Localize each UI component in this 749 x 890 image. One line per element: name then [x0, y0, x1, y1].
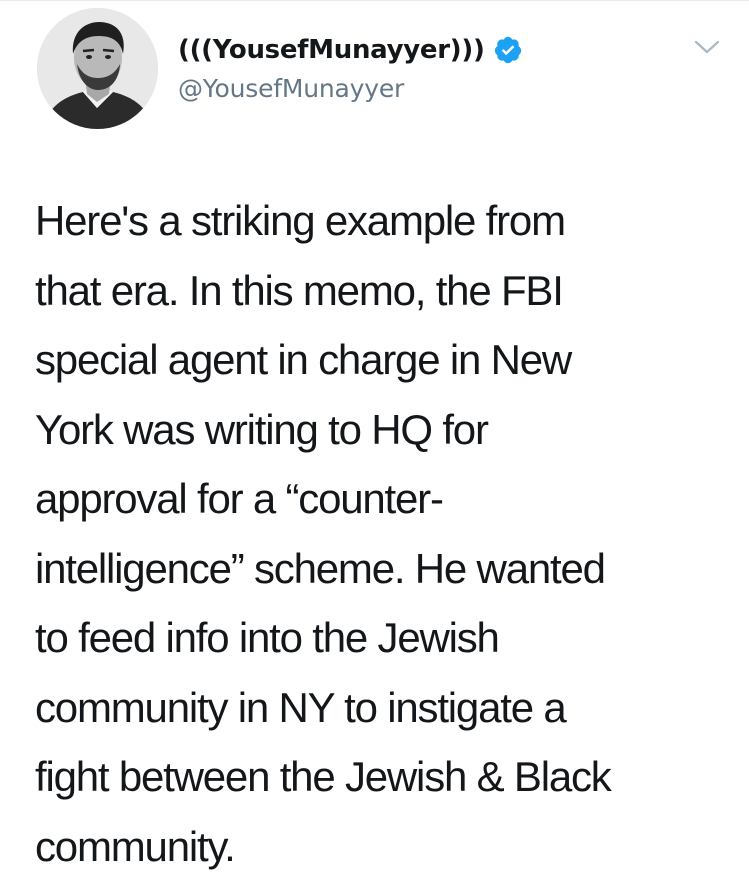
tweet-text: Here's a striking example from that era.…: [35, 186, 725, 881]
author-handle[interactable]: @YousefMunayyer: [178, 74, 523, 103]
top-divider: [0, 0, 749, 1]
tweet-text-line: fight between the Jewish & Black: [35, 753, 612, 800]
author-name-row: (((YousefMunayyer))): [178, 28, 523, 72]
tweet-text-line: special agent in charge in New: [35, 336, 572, 383]
tweet-text-line: to feed info into the Jewish: [35, 614, 500, 661]
tweet-text-line: approval for a “counter-: [35, 475, 444, 522]
author-display-name[interactable]: (((YousefMunayyer))): [178, 35, 485, 65]
tweet-text-line: intelligence” scheme. He wanted: [35, 544, 606, 592]
tweet-text-line: York was writing to HQ for: [35, 405, 489, 453]
avatar[interactable]: [37, 8, 158, 129]
tweet-text-line: that era. In this memo, the FBI: [35, 266, 564, 314]
verified-badge-icon: [493, 35, 523, 65]
tweet-author[interactable]: (((YousefMunayyer))) @YousefMunayyer: [178, 28, 523, 103]
avatar-photo-icon: [37, 8, 158, 129]
tweet-text-line: community in NY to instigate a: [35, 683, 567, 731]
tweet-text-line: community.: [35, 822, 236, 870]
chevron-down-icon[interactable]: [690, 36, 724, 58]
tweet-text-line: Here's a striking example from: [35, 197, 566, 244]
